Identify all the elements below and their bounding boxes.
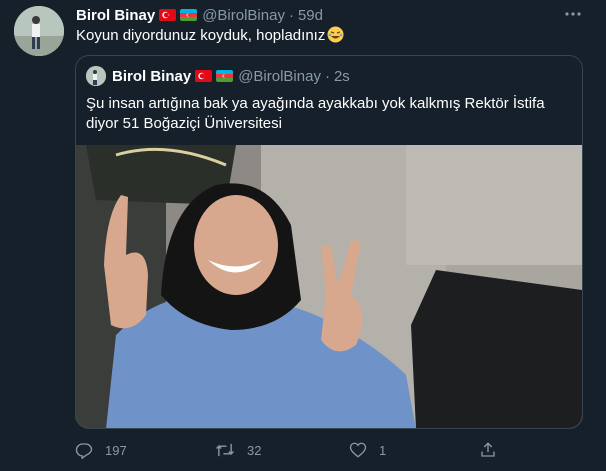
tweet-text-content: Koyun diyordunuz koyduk, hopladınız (76, 27, 326, 44)
retweet-count: 32 (247, 442, 262, 458)
quoted-avatar (86, 66, 106, 86)
retweet-icon (216, 443, 234, 457)
quoted-tweet-text: Şu insan artığına bak ya ayağında ayakka… (86, 95, 545, 132)
avatar[interactable] (14, 6, 64, 56)
turkey-flag-icon (159, 9, 177, 21)
like-count: 1 (379, 442, 387, 458)
separator: · (288, 6, 294, 24)
quoted-author-name: Birol Binay (112, 67, 192, 85)
author-handle[interactable]: @BirolBinay (202, 7, 285, 24)
reply-button[interactable]: 197 (75, 438, 127, 462)
like-button[interactable]: 1 (349, 438, 386, 462)
share-button[interactable] (479, 438, 509, 462)
tweet[interactable]: Birol Binay @BirolBinay · 59d Koyun diyo… (0, 0, 606, 471)
tweet-actions: 197 32 1 (75, 438, 575, 462)
reply-count: 197 (105, 442, 127, 458)
rolling-laughing-emoji-icon (327, 26, 344, 43)
quoted-author-handle: @BirolBinay (238, 67, 321, 85)
separator: · (324, 67, 330, 85)
timestamp[interactable]: 59d (298, 7, 323, 24)
more-icon[interactable] (562, 3, 584, 25)
turkey-flag-icon (195, 70, 213, 82)
retweet-button[interactable]: 32 (215, 438, 261, 462)
author-name[interactable]: Birol Binay (76, 7, 155, 24)
tweet-text: Koyun diyordunuz koyduk, hopladınız (76, 26, 344, 46)
reply-icon (75, 443, 93, 459)
quoted-tweet-header: Birol Binay @BirolBinay · 2s (86, 66, 350, 86)
azerbaijan-flag-icon (216, 70, 234, 82)
quoted-tweet[interactable]: Birol Binay @BirolBinay · 2s Şu insan ar… (75, 55, 583, 429)
azerbaijan-flag-icon (180, 9, 198, 21)
quoted-tweet-photo[interactable] (76, 145, 582, 428)
tweet-header: Birol Binay @BirolBinay · 59d (76, 6, 323, 24)
like-icon (349, 442, 367, 458)
share-icon (481, 442, 495, 457)
quoted-timestamp: 2s (333, 67, 350, 85)
